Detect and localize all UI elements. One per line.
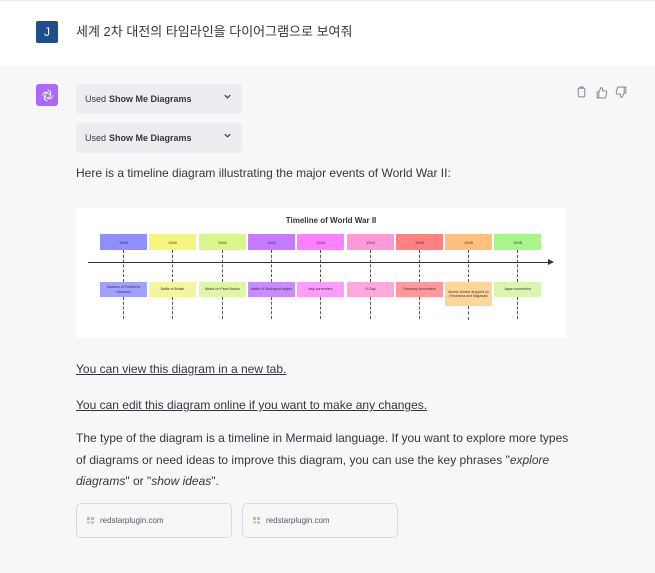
connector-line xyxy=(419,297,420,319)
plugin-name: Show Me Diagrams xyxy=(109,94,192,104)
connector-line xyxy=(271,250,272,282)
source-link-label: redstarplugin.com xyxy=(100,516,164,525)
connector-line xyxy=(370,297,371,319)
source-link-card[interactable]: redstarplugin.com xyxy=(76,503,232,538)
connector-line xyxy=(123,297,124,319)
timeline-axis-arrow xyxy=(548,259,554,265)
source-link-card[interactable]: redstarplugin.com xyxy=(242,503,398,538)
timeline-event-box: Battle of Stalingrad begins xyxy=(248,282,295,297)
intro-text: Here is a timeline diagram illustrating … xyxy=(76,166,451,180)
timeline-year-box: 1945 xyxy=(445,234,492,250)
redstar-favicon-icon xyxy=(253,516,261,525)
diagram-description: The type of the diagram is a timeline in… xyxy=(76,428,576,493)
connector-line xyxy=(468,306,469,320)
user-avatar: J xyxy=(36,21,58,43)
user-message-row: J 세계 2차 대전의 타임라인을 다이어그램으로 보여줘 xyxy=(0,0,655,67)
timeline-event-box: D-Day xyxy=(347,282,394,297)
connector-line xyxy=(222,297,223,319)
message-actions xyxy=(575,86,629,100)
description-text: ". xyxy=(211,474,219,488)
plugin-used-pill[interactable]: Used Show Me Diagrams xyxy=(76,84,242,114)
connector-line xyxy=(222,250,223,282)
timeline-year-box: 1942 xyxy=(248,234,295,250)
thumbs-down-icon[interactable] xyxy=(615,86,629,100)
timeline-event-box: Japan surrenders xyxy=(494,282,541,297)
copy-icon[interactable] xyxy=(575,86,589,100)
timeline-event-box: Atomic bombs dropped on Hiroshima and Na… xyxy=(445,282,492,306)
assistant-message-row: Used Show Me Diagrams Used Show Me Diagr… xyxy=(0,66,655,573)
chevron-down-icon xyxy=(223,92,232,104)
description-text: The type of the diagram is a timeline in… xyxy=(76,431,569,467)
chevron-down-icon xyxy=(223,131,232,143)
timeline-year-box: 1940 xyxy=(149,234,196,250)
connector-line xyxy=(517,250,518,282)
connector-line xyxy=(419,250,420,282)
connector-line xyxy=(172,250,173,282)
connector-line xyxy=(320,297,321,319)
connector-line xyxy=(517,297,518,319)
timeline-year-box: 1945 xyxy=(494,234,541,250)
timeline-event-box: Italy surrenders xyxy=(297,282,344,297)
key-phrase-show-ideas: show ideas xyxy=(151,474,212,488)
redstar-favicon-icon xyxy=(87,516,95,525)
connector-line xyxy=(320,250,321,282)
plugin-used-prefix: Used xyxy=(85,133,107,143)
timeline-year-box: 1941 xyxy=(199,234,246,250)
plugin-used-pill[interactable]: Used Show Me Diagrams xyxy=(76,123,242,153)
thumbs-up-icon[interactable] xyxy=(595,86,609,100)
edit-diagram-link[interactable]: You can edit this diagram online if you … xyxy=(76,398,427,412)
connector-line xyxy=(271,297,272,319)
timeline-year-box: 1944 xyxy=(347,234,394,250)
timeline-year-box: 1943 xyxy=(297,234,344,250)
connector-line xyxy=(468,250,469,282)
plugin-name: Show Me Diagrams xyxy=(109,133,192,143)
timeline-event-box: Attack on Pearl Harbor xyxy=(199,282,246,297)
timeline-year-box: 1945 xyxy=(396,234,443,250)
user-message-text: 세계 2차 대전의 타임라인을 다이어그램으로 보여줘 xyxy=(76,24,353,39)
diagram-title: Timeline of World War II xyxy=(285,216,377,225)
timeline-event-box: Germany surrenders xyxy=(396,282,443,297)
timeline-year-box: 1939 xyxy=(100,234,147,250)
connector-line xyxy=(123,250,124,282)
description-text: " or " xyxy=(125,474,152,488)
timeline-event-box: Invasion of Poland by Germany xyxy=(100,282,147,297)
source-link-label: redstarplugin.com xyxy=(266,516,330,525)
connector-line xyxy=(172,297,173,319)
view-diagram-link[interactable]: You can view this diagram in a new tab. xyxy=(76,362,286,376)
plugin-used-prefix: Used xyxy=(85,94,107,104)
timeline-diagram: Timeline of World War II 1939 1940 1941 … xyxy=(76,208,566,338)
connector-line xyxy=(370,250,371,282)
timeline-event-box: Battle of Britain xyxy=(149,282,196,297)
chatgpt-logo-icon xyxy=(36,84,58,106)
